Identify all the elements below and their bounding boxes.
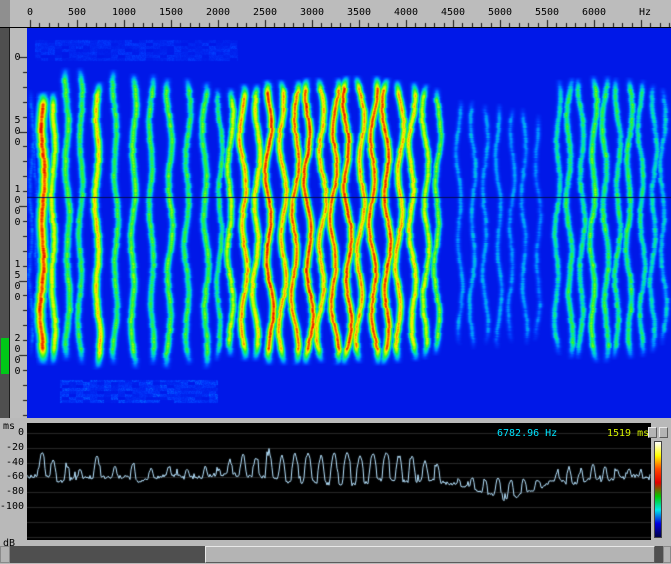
time-tick-label: 2000 [12, 333, 23, 377]
time-tick-label: 1500 [12, 259, 23, 303]
ruler-corner [10, 0, 27, 28]
db-tick-label: 0 [18, 427, 24, 438]
freq-tick-label: 4000 [394, 7, 418, 18]
freq-tick-label: 5500 [535, 7, 559, 18]
spectrum-display[interactable] [27, 423, 651, 540]
frequency-scrollbar-thumb[interactable] [205, 546, 655, 563]
db-tick-label: -40 [6, 457, 24, 468]
time-unit-label: ms [3, 421, 15, 432]
freq-tick-label: 3500 [347, 7, 371, 18]
window-corner [0, 0, 10, 28]
freq-tick-label: 2500 [253, 7, 277, 18]
baudline-window: Hz 0 500 1000 1500 2000 2500 3000 3500 4000 4500 5… [0, 0, 671, 564]
time-scrollbar[interactable] [0, 28, 10, 418]
db-tick-label: -80 [6, 486, 24, 497]
frequency-unit-label: Hz [639, 7, 651, 18]
freq-tick-label: 500 [68, 7, 86, 18]
time-readout: 1519 ms [607, 428, 649, 439]
frequency-readout: 6782.96 Hz [497, 428, 557, 439]
freq-tick-label: 6000 [582, 7, 606, 18]
scrollbar-end-cap-right [663, 546, 671, 563]
palette-aperture-handle-left[interactable] [648, 427, 657, 438]
freq-tick-label: 0 [27, 7, 33, 18]
scrollbar-end-cap-left [0, 546, 10, 563]
freq-tick-label: 3000 [300, 7, 324, 18]
frequency-ruler[interactable]: Hz 0 500 1000 1500 2000 2500 3000 3500 4000 4500 5… [27, 0, 671, 28]
time-ruler[interactable]: 0 500 1000 1500 2000 [10, 28, 27, 418]
db-tick-label: -60 [6, 471, 24, 482]
db-tick-label: -100 [0, 501, 24, 512]
db-ruler: ms dB 0-20-40-60-80-100 [0, 418, 27, 546]
color-palette-bar[interactable] [654, 441, 662, 538]
time-tick-label: 1000 [12, 184, 23, 228]
freq-tick-label: 4500 [441, 7, 465, 18]
palette-aperture-handle-right[interactable] [659, 427, 668, 438]
freq-tick-label: 1500 [159, 7, 183, 18]
db-tick-label: -20 [6, 442, 24, 453]
freq-tick-label: 5000 [488, 7, 512, 18]
freq-tick-label: 2000 [206, 7, 230, 18]
time-tick-label: 500 [12, 115, 23, 148]
freq-tick-label: 1000 [112, 7, 136, 18]
time-tick-label: 0 [12, 52, 23, 63]
spectrogram-display[interactable] [27, 28, 671, 418]
frequency-scrollbar[interactable] [10, 546, 663, 563]
time-scrollbar-thumb[interactable] [1, 338, 9, 374]
